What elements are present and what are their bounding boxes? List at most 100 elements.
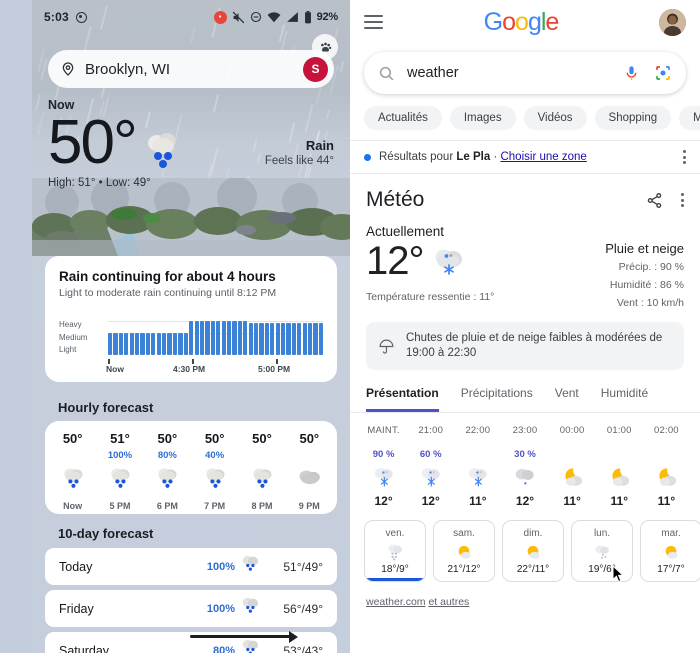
weather-more-vert-icon[interactable]: [681, 193, 684, 207]
search-input[interactable]: weather: [364, 52, 686, 94]
hourly-column[interactable]: 50° 8 PM: [238, 431, 285, 514]
feels-like-text: Température ressentie : 11°: [366, 291, 494, 303]
share-icon[interactable]: [646, 192, 663, 209]
filter-chip-vidéos[interactable]: Vidéos: [524, 106, 587, 130]
chart-bar: [184, 333, 188, 355]
hamburger-icon[interactable]: [364, 15, 383, 29]
hour-time: MAINT.: [367, 425, 399, 436]
filter-chip-maps[interactable]: Maps: [679, 106, 700, 130]
hourly-column[interactable]: 50° Now: [49, 431, 96, 514]
source-site-link[interactable]: weather.com: [366, 596, 426, 608]
day-card[interactable]: mar. 17°/7°: [640, 520, 700, 582]
current-temperature: 12°: [366, 241, 424, 281]
hour-cell[interactable]: 02:00 11°: [643, 425, 690, 508]
hour-precip: 90 %: [373, 449, 395, 461]
hourly-strip[interactable]: MAINT. 90 % 12° 21:00 60 % 12° 22:00 11° 23:00 30…: [350, 413, 700, 514]
table-row[interactable]: Today 100% 51°/49°: [45, 548, 337, 585]
tab-vent[interactable]: Vent: [555, 386, 579, 412]
moon-cloud-icon: [607, 464, 632, 490]
hourly-temp: 50°: [252, 431, 272, 446]
tab-humidité[interactable]: Humidité: [601, 386, 648, 412]
location-search-bar[interactable]: Brooklyn, WI S: [48, 50, 334, 88]
chart-bar: [259, 323, 263, 355]
mute-icon: [232, 11, 245, 24]
hour-cell[interactable]: 22:00 11°: [454, 425, 501, 508]
wind-text: Vent : 10 km/h: [605, 296, 684, 310]
sun-icon: [661, 541, 681, 563]
chart-bar: [227, 321, 231, 355]
tab-présentation[interactable]: Présentation: [366, 386, 439, 412]
humidity-text: Humidité : 86 %: [605, 278, 684, 292]
rain-card-subtitle: Light to moderate rain continuing until …: [59, 287, 323, 299]
rain-card-title: Rain continuing for about 4 hours: [59, 269, 323, 284]
day-precip: 100%: [207, 603, 235, 615]
filter-chip-shopping[interactable]: Shopping: [595, 106, 672, 130]
page-title: Météo: [366, 188, 424, 212]
hour-precip: 30 %: [514, 449, 536, 461]
avatar[interactable]: S: [303, 57, 328, 82]
hour-temp: 12°: [374, 494, 392, 508]
google-header: Google: [350, 0, 700, 44]
day-card-temps: 17°/7°: [657, 564, 684, 575]
table-row[interactable]: Friday 100% 56°/49°: [45, 590, 337, 627]
day-temps: 56°/49°: [261, 602, 323, 616]
chart-bar: [286, 323, 290, 355]
day-card[interactable]: dim. 22°/11°: [502, 520, 564, 582]
chart-bar: [276, 323, 280, 355]
chart-bar: [173, 333, 177, 355]
google-lens-icon[interactable]: [654, 64, 672, 82]
hourly-column[interactable]: 50° 9 PM: [286, 431, 333, 514]
tab-précipitations[interactable]: Précipitations: [461, 386, 533, 412]
chart-bar: [270, 323, 274, 355]
search-filter-chips[interactable]: Actualités Images Vidéos Shopping Maps: [350, 94, 700, 140]
weather-tabs[interactable]: Présentation Précipitations Vent Humidité: [350, 386, 700, 412]
feels-like-text: Feels like 44°: [265, 155, 334, 167]
hour-cell[interactable]: 23:00 30 % 12°: [501, 425, 548, 508]
hourly-column[interactable]: 51° 100% 5 PM: [96, 431, 143, 514]
hour-cell[interactable]: 00:00 11°: [549, 425, 596, 508]
day-card-temps: 18°/9°: [381, 564, 408, 575]
hourly-time: 7 PM: [204, 501, 225, 511]
source-more-link[interactable]: et autres: [428, 596, 469, 608]
day-temps: 53°/43°: [261, 644, 323, 653]
sleet-icon: [239, 553, 261, 580]
chart-bar: [222, 321, 226, 355]
chart-bar: [297, 323, 301, 355]
chart-plot-area: [108, 319, 323, 361]
hourly-column[interactable]: 50° 80% 6 PM: [144, 431, 191, 514]
drag-annotation-arrow: [190, 635, 292, 638]
hourly-column[interactable]: 50° 40% 7 PM: [191, 431, 238, 514]
google-logo: Google: [484, 8, 559, 37]
day-precip: 80%: [213, 645, 235, 653]
filter-chip-actualités[interactable]: Actualités: [364, 106, 442, 130]
microphone-icon[interactable]: [623, 64, 640, 83]
chart-bar: [292, 323, 296, 355]
condition-text: Pluie et neige: [605, 241, 684, 256]
daily-strip[interactable]: ven. 18°/9° sam. 21°/12° dim. 22°/11° lun. 19°/…: [350, 514, 700, 582]
hour-temp: 12°: [516, 494, 534, 508]
cloud-drizzle-icon: [512, 464, 537, 490]
sleet-icon: [154, 465, 180, 496]
hourly-forecast-card[interactable]: 50° Now 51° 100% 5 PM 50° 80% 6 PM 50° 40% 7 PM 50°…: [45, 421, 337, 514]
chart-bar: [319, 323, 323, 355]
hour-cell[interactable]: 21:00 60 % 12°: [407, 425, 454, 508]
day-card[interactable]: sam. 21°/12°: [433, 520, 495, 582]
day-name: Today: [59, 560, 92, 574]
weather-alert-text: Chutes de pluie et de neige faibles à mo…: [406, 331, 672, 361]
hour-cell[interactable]: 01:00 11°: [596, 425, 643, 508]
choose-area-link[interactable]: Choisir une zone: [500, 151, 586, 163]
filter-chip-images[interactable]: Images: [450, 106, 516, 130]
hour-cell[interactable]: MAINT. 90 % 12°: [360, 425, 407, 508]
day-card[interactable]: ven. 18°/9°: [364, 520, 426, 582]
day-card-temps: 21°/12°: [447, 564, 480, 575]
hour-time: 01:00: [607, 425, 632, 436]
signal-icon: [286, 11, 299, 23]
chart-bar: [124, 333, 128, 355]
chart-bar: [178, 333, 182, 355]
mouse-cursor: [612, 565, 625, 583]
user-avatar[interactable]: [659, 9, 686, 36]
day-card-name: lun.: [594, 528, 610, 539]
umbrella-icon: [378, 336, 395, 357]
day-card-name: dim.: [524, 528, 543, 539]
more-vert-icon[interactable]: [683, 150, 686, 164]
